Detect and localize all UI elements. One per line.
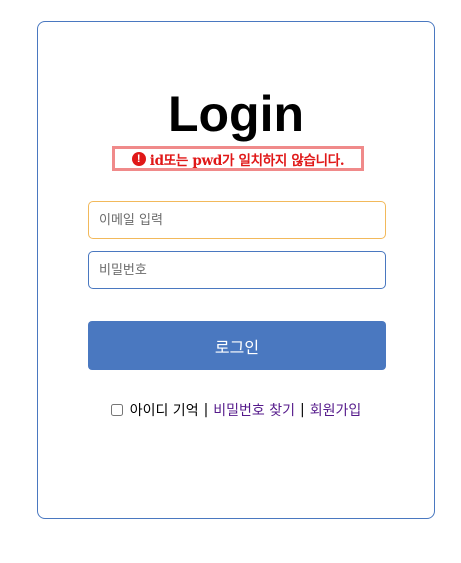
error-message-box: ! id또는 pwd가 일치하지 않습니다. <box>112 146 364 171</box>
find-password-link[interactable]: 비밀번호 찾기 <box>213 400 295 420</box>
signup-link[interactable]: 회원가입 <box>310 400 362 420</box>
remember-id-checkbox[interactable] <box>110 404 123 416</box>
login-button[interactable]: 로그인 <box>88 321 386 370</box>
separator: | <box>300 402 305 418</box>
login-card: Login ! id또는 pwd가 일치하지 않습니다. 로그인 아이디 기억 … <box>37 21 435 519</box>
page-title: Login <box>167 86 305 142</box>
login-options-row: 아이디 기억 | 비밀번호 찾기 | 회원가입 <box>38 399 434 421</box>
remember-id-label[interactable]: 아이디 기억 <box>130 400 199 420</box>
password-input[interactable] <box>88 251 386 289</box>
exclamation-circle-icon: ! <box>131 151 146 166</box>
separator: | <box>203 402 209 418</box>
email-input[interactable] <box>88 201 386 239</box>
error-message-text: id또는 pwd가 일치하지 않습니다. <box>149 152 345 169</box>
